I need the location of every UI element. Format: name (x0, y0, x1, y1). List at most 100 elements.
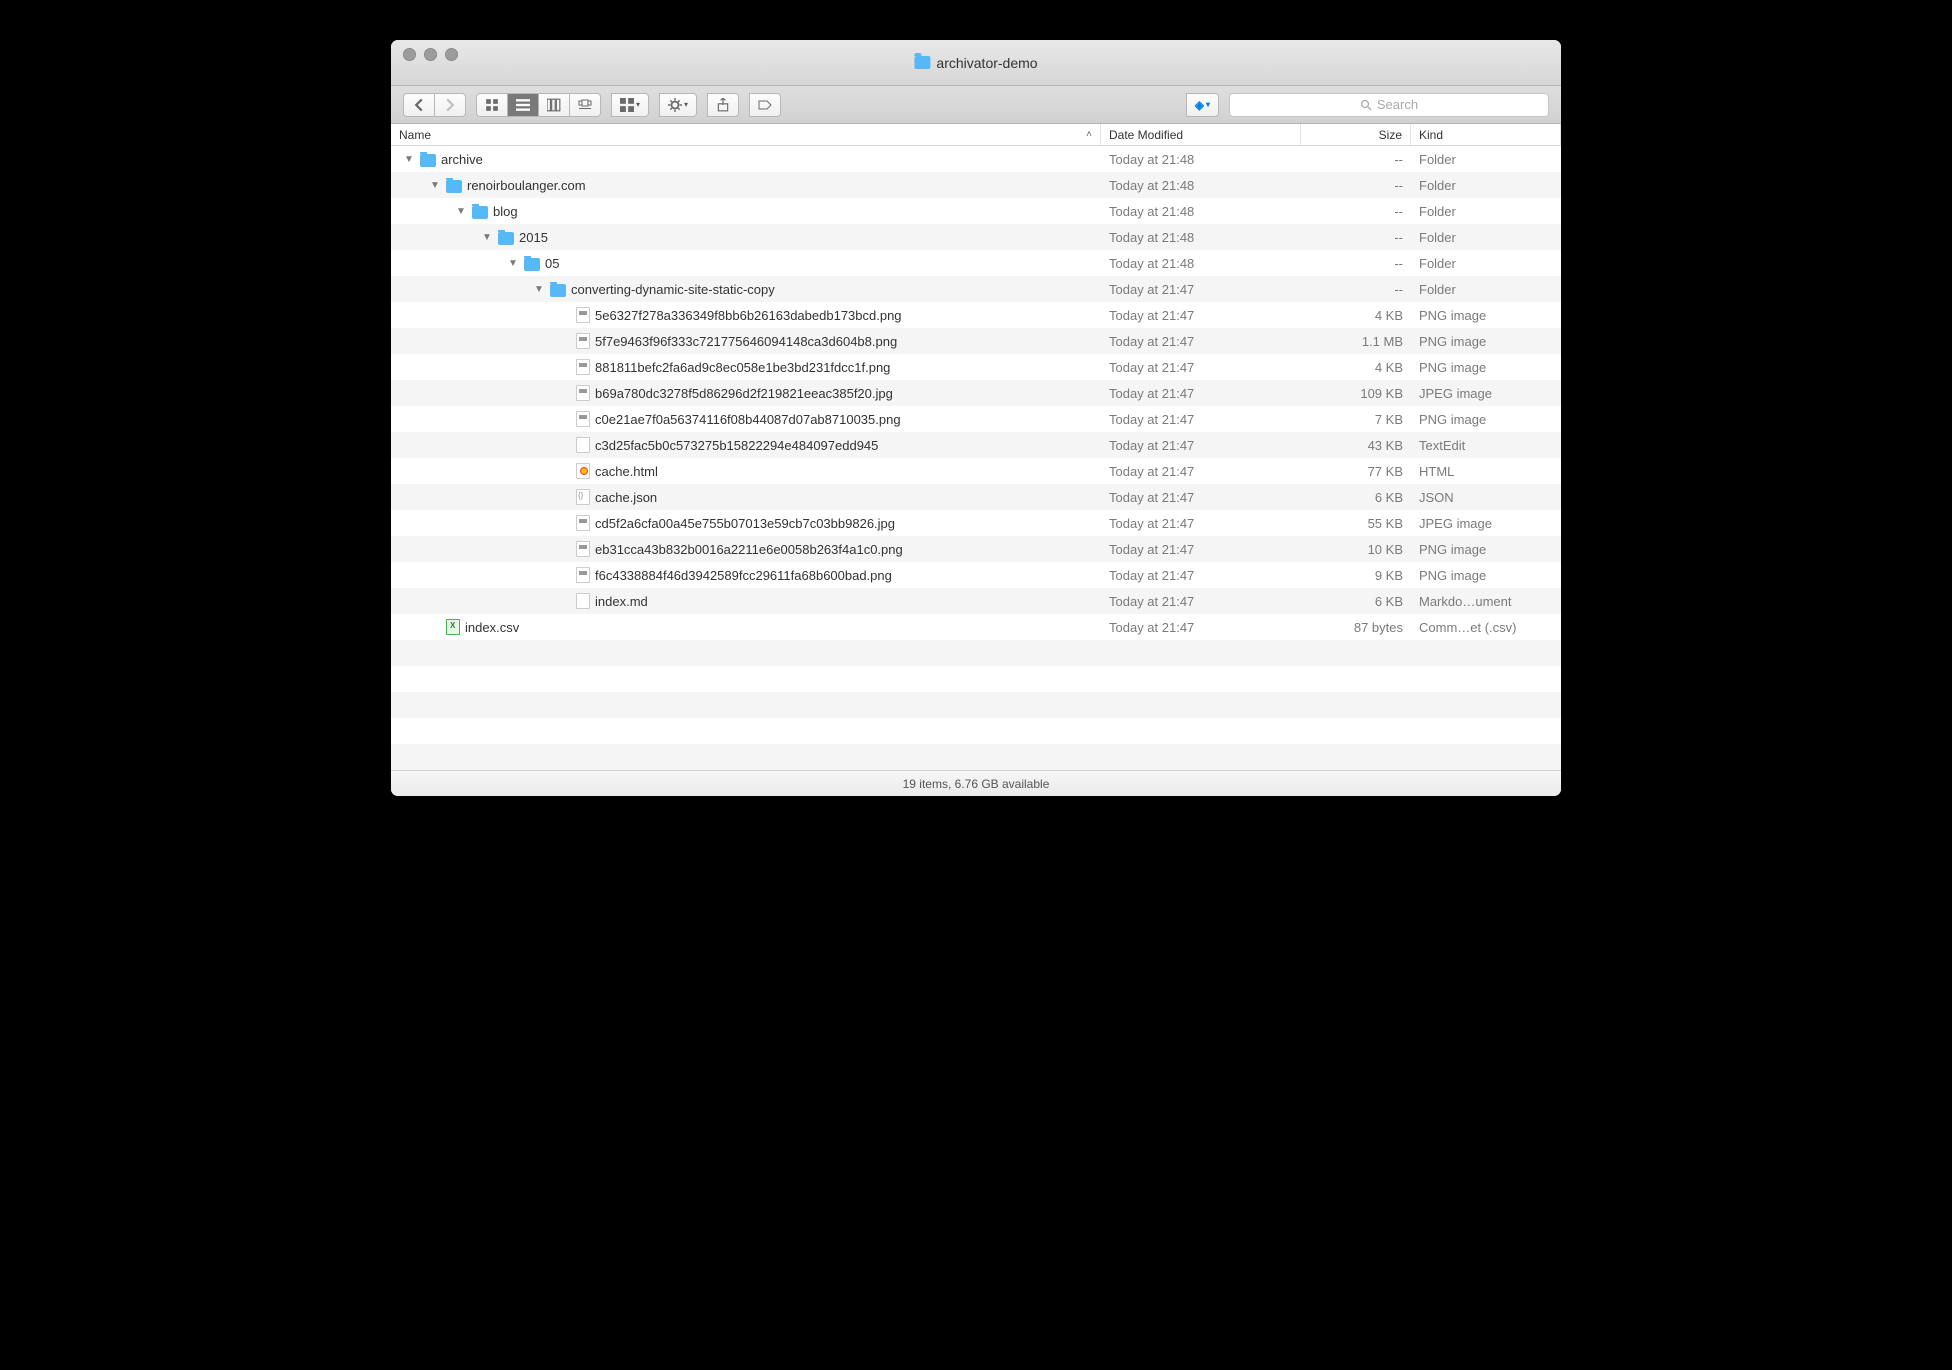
disclosure-open-icon[interactable]: ▼ (429, 180, 441, 191)
status-text: 19 items, 6.76 GB available (903, 777, 1050, 791)
image-file-icon (576, 385, 590, 401)
chevron-down-icon: ▾ (1206, 100, 1210, 109)
file-size: 109 KB (1301, 386, 1411, 401)
file-date: Today at 21:47 (1101, 438, 1301, 453)
disclosure-open-icon[interactable]: ▼ (481, 232, 493, 243)
file-name: b69a780dc3278f5d86296d2f219821eeac385f20… (595, 386, 893, 401)
column-view-button[interactable] (539, 93, 570, 117)
back-button[interactable] (403, 93, 435, 117)
sort-ascending-icon: ˄ (1086, 129, 1092, 140)
file-name: f6c4338884f46d3942589fcc29611fa68b600bad… (595, 568, 892, 583)
file-row[interactable]: 881811befc2fa6ad9c8ec058e1be3bd231fdcc1f… (391, 354, 1561, 380)
file-date: Today at 21:47 (1101, 594, 1301, 609)
file-date: Today at 21:47 (1101, 516, 1301, 531)
file-name: archive (441, 152, 483, 167)
file-size: -- (1301, 204, 1411, 219)
file-kind: JPEG image (1411, 386, 1561, 401)
file-row[interactable]: ▼ converting-dynamic-site-static-copy Toda… (391, 276, 1561, 302)
file-name: cache.html (595, 464, 658, 479)
file-kind: Folder (1411, 178, 1561, 193)
icon-view-button[interactable] (476, 93, 508, 117)
column-date[interactable]: Date Modified (1101, 124, 1301, 145)
dropbox-button[interactable]: ◈▾ (1186, 93, 1219, 117)
file-name: cache.json (595, 490, 657, 505)
forward-button[interactable] (435, 93, 466, 117)
file-kind: HTML (1411, 464, 1561, 479)
zoom-button[interactable] (445, 48, 458, 61)
file-date: Today at 21:47 (1101, 282, 1301, 297)
file-row[interactable]: c3d25fac5b0c573275b15822294e484097edd945… (391, 432, 1561, 458)
file-size: -- (1301, 152, 1411, 167)
folder-icon (420, 154, 436, 167)
file-date: Today at 21:47 (1101, 568, 1301, 583)
search-input[interactable]: Search (1229, 93, 1549, 117)
file-date: Today at 21:47 (1101, 334, 1301, 349)
disclosure-open-icon[interactable]: ▼ (403, 154, 415, 165)
search-icon (1360, 99, 1372, 111)
folder-icon (914, 56, 930, 69)
file-kind: Folder (1411, 282, 1561, 297)
file-name: converting-dynamic-site-static-copy (571, 282, 775, 297)
folder-icon (524, 258, 540, 271)
titlebar[interactable]: archivator-demo (391, 40, 1561, 86)
finder-window: archivator-demo ▾ ▾ ◈▾ (391, 40, 1561, 796)
file-size: 87 bytes (1301, 620, 1411, 635)
file-row[interactable]: 5f7e9463f96f333c721775646094148ca3d604b8… (391, 328, 1561, 354)
image-file-icon (576, 411, 590, 427)
share-button[interactable] (707, 93, 739, 117)
file-row[interactable]: eb31cca43b832b0016a2211e6e0058b263f4a1c0… (391, 536, 1561, 562)
file-kind: Folder (1411, 256, 1561, 271)
view-buttons (476, 93, 601, 117)
chevron-down-icon: ▾ (684, 100, 688, 109)
arrange-button[interactable]: ▾ (611, 93, 649, 117)
image-file-icon (576, 333, 590, 349)
file-size: 77 KB (1301, 464, 1411, 479)
file-kind: Comm…et (.csv) (1411, 620, 1561, 635)
file-row[interactable]: ▼05Today at 21:48--Folder (391, 250, 1561, 276)
folder-icon (498, 232, 514, 245)
file-row[interactable]: f6c4338884f46d3942589fcc29611fa68b600bad… (391, 562, 1561, 588)
file-name: index.md (595, 594, 648, 609)
file-row[interactable]: index.mdToday at 21:476 KBMarkdo…ument (391, 588, 1561, 614)
image-file-icon (576, 515, 590, 531)
file-row[interactable]: ▼blogToday at 21:48--Folder (391, 198, 1561, 224)
chevron-down-icon: ▾ (636, 100, 640, 109)
file-row[interactable]: ▼renoirboulanger.comToday at 21:48--Fold… (391, 172, 1561, 198)
file-row[interactable]: index.csvToday at 21:4787 bytesComm…et (… (391, 614, 1561, 640)
json-file-icon (576, 489, 590, 505)
disclosure-open-icon[interactable]: ▼ (533, 284, 545, 295)
file-row[interactable]: ▼2015Today at 21:48--Folder (391, 224, 1561, 250)
file-size: 43 KB (1301, 438, 1411, 453)
action-button[interactable]: ▾ (659, 93, 697, 117)
file-name: 5e6327f278a336349f8bb6b26163dabedb173bcd… (595, 308, 902, 323)
tags-button[interactable] (749, 93, 781, 117)
column-kind[interactable]: Kind (1411, 124, 1561, 145)
csv-file-icon (446, 619, 460, 635)
file-size: 55 KB (1301, 516, 1411, 531)
file-kind: TextEdit (1411, 438, 1561, 453)
file-row[interactable]: cache.htmlToday at 21:4777 KBHTML (391, 458, 1561, 484)
coverflow-view-button[interactable] (570, 93, 601, 117)
folder-icon (472, 206, 488, 219)
file-row[interactable]: 5e6327f278a336349f8bb6b26163dabedb173bcd… (391, 302, 1561, 328)
file-row[interactable]: cache.jsonToday at 21:476 KBJSON (391, 484, 1561, 510)
column-name[interactable]: Name˄ (391, 124, 1101, 145)
file-date: Today at 21:47 (1101, 308, 1301, 323)
list-view-button[interactable] (508, 93, 539, 117)
minimize-button[interactable] (424, 48, 437, 61)
file-row[interactable]: c0e21ae7f0a56374116f08b44087d07ab8710035… (391, 406, 1561, 432)
file-row[interactable]: b69a780dc3278f5d86296d2f219821eeac385f20… (391, 380, 1561, 406)
file-row[interactable]: cd5f2a6cfa00a45e755b07013e59cb7c03bb9826… (391, 510, 1561, 536)
file-kind: PNG image (1411, 568, 1561, 583)
disclosure-open-icon[interactable]: ▼ (507, 258, 519, 269)
file-kind: PNG image (1411, 334, 1561, 349)
folder-icon (550, 284, 566, 297)
file-icon (576, 593, 590, 609)
file-date: Today at 21:47 (1101, 620, 1301, 635)
close-button[interactable] (403, 48, 416, 61)
file-size: -- (1301, 178, 1411, 193)
file-size: 10 KB (1301, 542, 1411, 557)
column-size[interactable]: Size (1301, 124, 1411, 145)
file-row[interactable]: ▼archiveToday at 21:48--Folder (391, 146, 1561, 172)
disclosure-open-icon[interactable]: ▼ (455, 206, 467, 217)
